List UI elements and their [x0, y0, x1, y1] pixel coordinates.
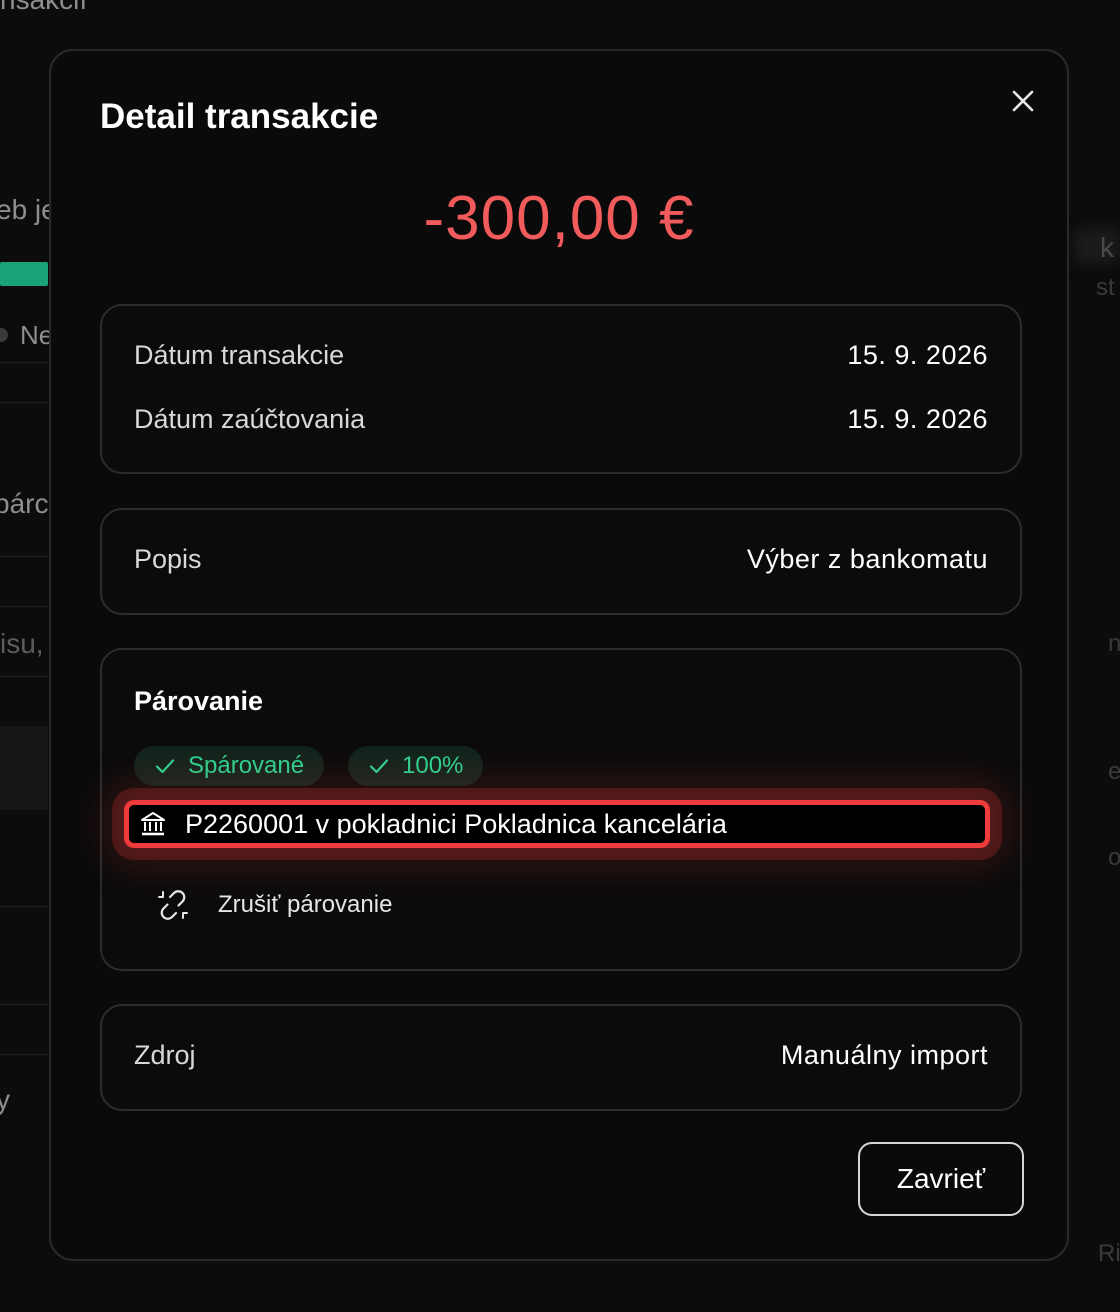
posting-date-value: 15. 9. 2026 — [847, 404, 988, 434]
background-divider — [0, 556, 48, 557]
check-icon — [155, 759, 175, 774]
transaction-amount: -300,00 € — [423, 184, 695, 253]
background-heading: nsakcií — [0, 0, 87, 16]
background-progress-bar — [0, 262, 48, 286]
source-card: Zdroj Manuálny import — [100, 1004, 1022, 1111]
match-percent-badge: 100% — [348, 746, 484, 786]
transaction-date-row: Dátum transakcie 15. 9. 2026 — [134, 340, 988, 371]
background-divider — [0, 362, 48, 363]
description-card: Popis Výber z bankomatu — [100, 508, 1022, 615]
background-divider — [0, 402, 48, 403]
close-button[interactable]: Zavrieť — [858, 1142, 1024, 1216]
linked-document-label: P2260001 v pokladnici Pokladnica kancelá… — [185, 808, 727, 839]
unlink-icon — [158, 890, 188, 920]
pairing-title: Párovanie — [134, 686, 264, 716]
source-row: Zdroj Manuálny import — [134, 1040, 988, 1071]
posting-date-label: Dátum zaúčtovania — [134, 404, 366, 434]
pairing-card: Párovanie Spárované 100% P2260001 v pokl… — [100, 648, 1022, 971]
background-status-dot — [0, 328, 8, 342]
background-divider — [0, 1054, 48, 1055]
paired-status-label: Spárované — [188, 752, 305, 779]
background-text: y — [0, 1084, 10, 1115]
background-divider — [0, 676, 48, 677]
background-text: Ri — [1098, 1240, 1120, 1267]
description-row: Popis Výber z bankomatu — [134, 544, 988, 575]
paired-status-badge: Spárované — [134, 746, 325, 786]
source-label: Zdroj — [134, 1040, 196, 1070]
dates-card: Dátum transakcie 15. 9. 2026 Dátum zaúčt… — [100, 304, 1022, 474]
source-value: Manuálny import — [780, 1040, 988, 1070]
close-icon-glyph — [1012, 90, 1034, 112]
transaction-date-value: 15. 9. 2026 — [847, 340, 988, 370]
transaction-detail-modal: Detail transakcie -300,00 € Dátum transa… — [49, 49, 1069, 1261]
close-icon[interactable] — [1003, 81, 1043, 121]
background-divider — [0, 906, 48, 907]
modal-title: Detail transakcie — [100, 97, 379, 136]
transaction-date-label: Dátum transakcie — [134, 340, 345, 370]
background-text: st — [1096, 274, 1115, 301]
check-icon — [369, 759, 389, 774]
background-text: o — [1108, 844, 1120, 871]
background-input-placeholder: isu, — [0, 628, 44, 659]
background-panel — [0, 726, 48, 810]
unpair-button[interactable]: Zrušiť párovanie — [156, 888, 392, 922]
match-percent-label: 100% — [402, 752, 464, 779]
background-text: e — [1108, 758, 1120, 785]
background-divider — [0, 606, 48, 607]
unpair-label: Zrušiť párovanie — [218, 891, 393, 918]
description-label: Popis — [134, 544, 202, 574]
background-text: n — [1108, 630, 1120, 657]
bank-icon — [141, 812, 165, 836]
background-divider — [0, 1004, 48, 1005]
linked-document-link[interactable]: P2260001 v pokladnici Pokladnica kancelá… — [124, 800, 990, 848]
posting-date-row: Dátum zaúčtovania 15. 9. 2026 — [134, 404, 988, 435]
background-text: k — [1100, 232, 1114, 263]
background-text: párc — [0, 488, 49, 519]
description-value: Výber z bankomatu — [746, 544, 988, 574]
